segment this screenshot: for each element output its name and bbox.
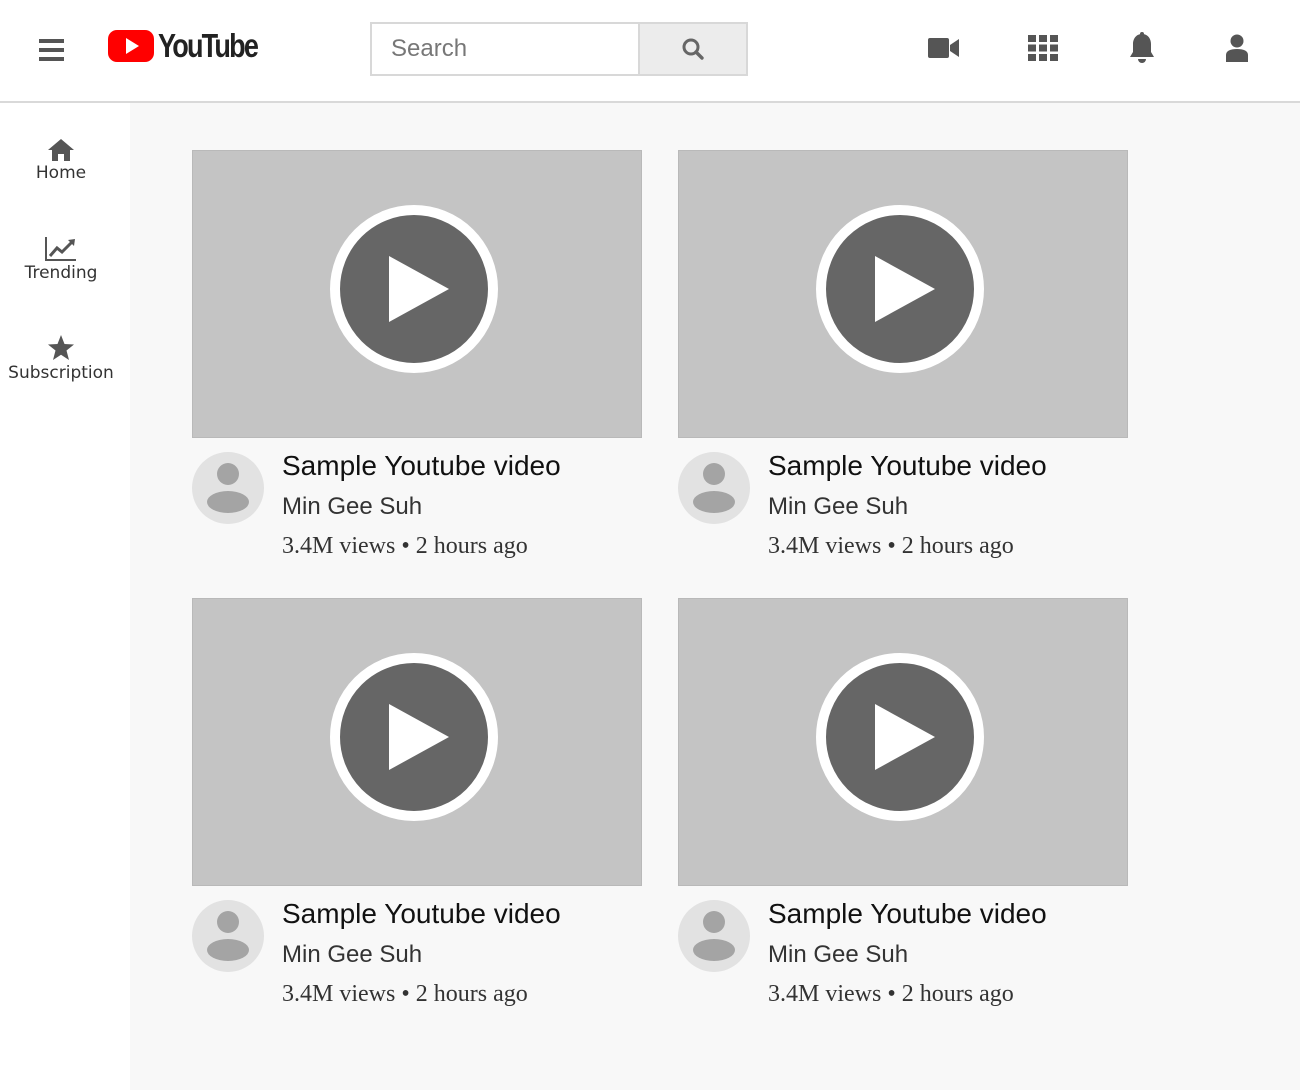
video-thumbnail[interactable] <box>192 150 642 438</box>
video-title[interactable]: Sample Youtube video <box>768 898 1047 930</box>
apps-grid-icon <box>1028 35 1058 61</box>
video-thumbnail[interactable] <box>192 598 642 886</box>
video-title[interactable]: Sample Youtube video <box>282 450 561 482</box>
video-card[interactable]: Sample Youtube video Min Gee Suh 3.4M vi… <box>678 150 1128 570</box>
sidebar-item-label: Home <box>35 163 87 183</box>
video-card[interactable]: Sample Youtube video Min Gee Suh 3.4M vi… <box>192 598 642 1018</box>
video-thumbnail[interactable] <box>678 598 1128 886</box>
upload-video-button[interactable] <box>926 30 962 66</box>
hamburger-menu-icon[interactable] <box>36 36 66 64</box>
video-thumbnail[interactable] <box>678 150 1128 438</box>
video-meta: 3.4M views • 2 hours ago <box>768 981 1014 1007</box>
play-button-icon <box>330 653 498 821</box>
youtube-logo[interactable]: YouTube <box>108 24 279 68</box>
play-button-icon <box>330 205 498 373</box>
video-grid: Sample Youtube video Min Gee Suh 3.4M vi… <box>130 103 1300 1090</box>
video-camera-icon <box>928 38 959 58</box>
search-button[interactable] <box>640 22 748 76</box>
trending-chart-icon <box>45 237 76 261</box>
channel-name[interactable]: Min Gee Suh <box>768 941 908 969</box>
video-meta: 3.4M views • 2 hours ago <box>282 533 528 559</box>
sidebar-item-label: Subscription <box>8 363 114 383</box>
home-icon <box>48 139 74 161</box>
channel-avatar[interactable] <box>678 452 750 524</box>
video-card[interactable]: Sample Youtube video Min Gee Suh 3.4M vi… <box>192 150 642 570</box>
channel-avatar[interactable] <box>678 900 750 972</box>
channel-avatar[interactable] <box>192 900 264 972</box>
notifications-button[interactable] <box>1124 30 1160 66</box>
sidebar-item-home[interactable]: Home <box>0 133 122 203</box>
search-field <box>370 22 640 76</box>
search-input[interactable] <box>372 24 638 74</box>
account-button[interactable] <box>1219 30 1255 66</box>
video-card[interactable]: Sample Youtube video Min Gee Suh 3.4M vi… <box>678 598 1128 1018</box>
apps-button[interactable] <box>1025 30 1061 66</box>
channel-avatar[interactable] <box>192 452 264 524</box>
sidebar-item-subscription[interactable]: Subscription <box>0 333 122 403</box>
sidebar-item-label: Trending <box>24 263 98 283</box>
sidebar-item-trending[interactable]: Trending <box>0 233 122 303</box>
play-button-icon <box>816 205 984 373</box>
youtube-play-logo-icon <box>108 30 154 62</box>
channel-name[interactable]: Min Gee Suh <box>282 493 422 521</box>
channel-name[interactable]: Min Gee Suh <box>282 941 422 969</box>
channel-name[interactable]: Min Gee Suh <box>768 493 908 521</box>
star-icon <box>48 335 74 360</box>
top-header: YouTube <box>0 0 1300 103</box>
logo-text: YouTube <box>158 27 259 64</box>
play-button-icon <box>816 653 984 821</box>
user-icon <box>1226 34 1248 62</box>
video-meta: 3.4M views • 2 hours ago <box>768 533 1014 559</box>
search-icon <box>682 38 704 60</box>
video-title[interactable]: Sample Youtube video <box>282 898 561 930</box>
video-meta: 3.4M views • 2 hours ago <box>282 981 528 1007</box>
bell-icon <box>1130 32 1154 63</box>
video-title[interactable]: Sample Youtube video <box>768 450 1047 482</box>
sidebar: Home Trending Subscription <box>0 103 130 1090</box>
